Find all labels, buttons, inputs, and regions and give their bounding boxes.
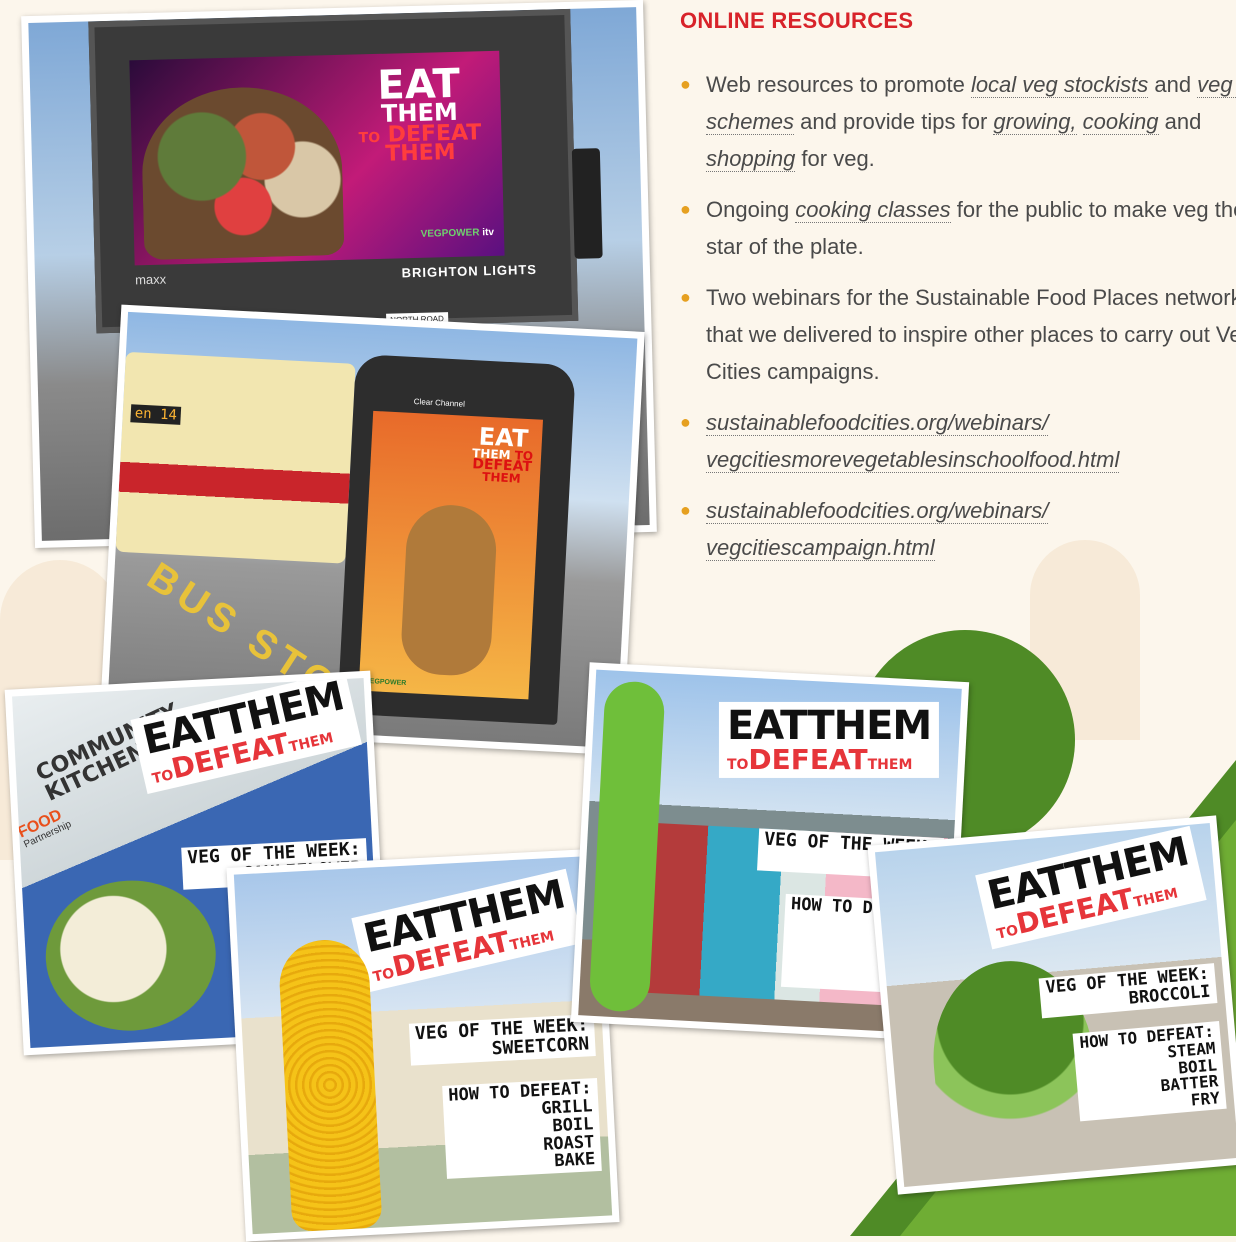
billboard-to: TO [358,129,381,147]
banner-them2: THEM [287,730,335,756]
photo-broccoli: EATTHEM TODEFEATTHEM VEG OF THE WEEK: BR… [867,815,1236,1195]
bullet-icon: ● [680,500,691,520]
banner-them2: THEM [1132,885,1180,912]
veg-pile-illustration [140,84,345,261]
veg-of-week-box: VEG OF THE WEEK: SWEETCORN [408,1014,596,1066]
resource-text: Two webinars for the Sustainable Food Pl… [706,285,1236,384]
resource-link[interactable]: growing, [993,109,1077,135]
how-to-defeat-box: HOW TO DEFEAT: STEAM BOIL BATTER FRY [1072,1020,1227,1122]
billboard-frame: EAT THEM TO DEFEAT THEM VEGPOWER itv BRI… [88,8,579,334]
bullet-icon: ● [680,199,691,219]
bus-stop-poster: EAT THEM TO DEFEAT THEM VEGPOWER [358,410,544,700]
food-partnership-logo: FOOD Partnership [15,805,73,851]
photo-sweetcorn: EATTHEM TODEFEATTHEM VEG OF THE WEEK: SW… [226,848,620,1242]
resource-text: and provide tips for [794,109,994,134]
bus-route: en 14 [130,404,182,425]
banner-defeat: DEFEAT [748,742,868,776]
banner-them2: THEM [508,928,556,955]
resource-item: ● sustainablefoodcities.org/webinars/ veg… [680,492,1236,566]
banner-them2: THEM [867,756,913,773]
resource-link[interactable]: cooking [1082,109,1159,135]
eat-them-banner: EATTHEM TODEFEATTHEM [351,868,583,993]
bus-shelter: Clear Channel EAT THEM TO DEFEAT THEM VE… [337,353,576,725]
bus: en 14 [115,351,356,564]
traffic-light [571,148,603,259]
banner-to: TO [726,756,749,773]
billboard-screen: EAT THEM TO DEFEAT THEM VEGPOWER itv [129,50,505,266]
potato-illustration [399,502,499,678]
resource-text: and [1158,109,1202,134]
billboard-brand-vegpower: VEGPOWER [420,227,480,240]
resource-link[interactable]: cooking classes [795,197,951,223]
sweetcorn-illustration [277,937,383,1233]
billboard-brand-itv: itv [482,226,495,239]
resource-link[interactable]: sustainablefoodcities.org/webinars/ vegc… [706,498,1049,561]
resource-link[interactable]: shopping [706,146,796,172]
billboard-location: BRIGHTON LIGHTS [401,261,538,281]
billboard-them2: THEM [384,140,456,168]
how-to-defeat-box: HOW TO DEFEAT: GRILL BOIL ROAST BAKE [441,1077,602,1180]
resource-item: ● Ongoing cooking classes for the public … [680,191,1236,265]
bullet-icon: ● [680,74,691,94]
veg-of-week-box: VEG OF THE WEEK: BROCCOLI [1038,963,1218,1019]
bullet-icon: ● [680,287,691,307]
resource-text: Web resources to promote [706,72,971,97]
busstop-brand: VEGPOWER [364,677,407,687]
shelter-brand: Clear Channel [413,397,466,409]
cauliflower-illustration [41,876,220,1035]
resource-item: ● Two webinars for the Sustainable Food P… [680,279,1236,390]
resource-text: and [1148,72,1198,97]
eat-them-banner: EATTHEM TODEFEATTHEM [130,678,362,795]
resource-text: for veg. [795,146,875,171]
eat-them-banner: EATTHEM TODEFEATTHEM [718,701,939,778]
billboard-screen-brand: maxx [134,271,167,288]
resource-list: ● Web resources to promote local veg stoc… [680,66,1236,580]
eat-them-banner: EATTHEM TODEFEATTHEM [974,825,1207,950]
resource-link[interactable]: local veg stockists [970,72,1149,98]
bullet-icon: ● [680,412,691,432]
page-heading: ONLINE RESOURCES [680,8,914,33]
resource-link[interactable]: sustainablefoodcities.org/webinars/ vegc… [706,410,1120,473]
resource-text [1077,109,1083,134]
resource-item: ● Web resources to promote local veg stoc… [680,66,1236,177]
resource-text: Ongoing [706,197,796,222]
resource-item: ● sustainablefoodcities.org/webinars/ veg… [680,404,1236,478]
